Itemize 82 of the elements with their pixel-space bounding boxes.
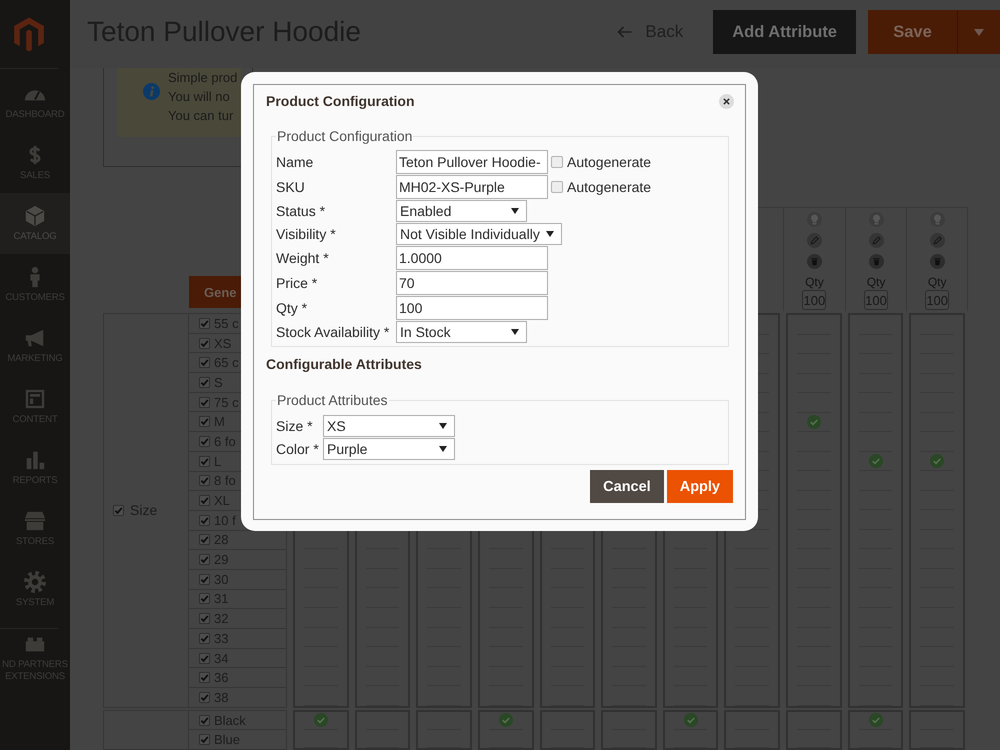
checkbox[interactable] [551,181,563,193]
checkbox-label: Autogenerate [567,154,652,170]
close-icon [723,98,730,104]
box-icon [24,205,46,227]
bar-chart-icon [24,449,46,471]
checkbox[interactable] [199,534,210,546]
checkbox[interactable] [199,338,210,349]
caret-icon [439,446,447,452]
gear-icon [24,571,46,593]
field-label: Stock Availability * [276,324,390,340]
add-attribute-button[interactable]: Add Attribute [713,10,856,54]
checkbox[interactable] [199,495,210,506]
pencil-icon[interactable] [868,233,884,248]
text-field[interactable]: MH02-XS-Purple [396,175,548,199]
field-label: Qty * [276,300,308,316]
checkbox[interactable] [199,475,210,486]
checkbox[interactable] [113,504,124,516]
trash-icon[interactable] [930,254,945,269]
trash-icon[interactable] [868,254,884,269]
checkbox[interactable] [199,574,210,585]
checkbox[interactable] [199,554,210,566]
caret-icon [511,208,519,214]
field-label: SKU [276,179,306,195]
checkbox[interactable] [199,456,210,467]
checkbox[interactable] [199,376,210,388]
checkbox[interactable] [199,436,210,447]
field-label: Size * [276,418,314,434]
checkbox[interactable] [199,632,210,644]
section-legend: Product Configuration [276,128,414,144]
select-field[interactable]: Purple [323,438,455,460]
checkbox-label: Autogenerate [567,179,652,195]
text-field[interactable]: 1.0000 [396,246,548,270]
info-icon [143,83,160,100]
layout-icon [24,388,46,410]
pencil-icon[interactable] [930,233,945,248]
bulb-icon[interactable] [868,212,884,227]
checkbox[interactable] [199,692,210,703]
text-field[interactable]: 70 [396,271,548,295]
field-label: Visibility * [276,226,337,242]
field-label: Status * [276,203,326,219]
section-legend: Product Attributes [276,392,389,408]
select-field[interactable]: In Stock [396,321,527,343]
dialog-title: Product Configuration [266,93,415,109]
field-label: Price * [276,275,318,291]
checkbox[interactable] [199,514,210,526]
field-label: Weight * [276,250,330,266]
caret-icon [511,329,519,335]
caret-icon [974,28,984,36]
close-button[interactable] [719,94,734,108]
checkbox[interactable] [199,613,210,624]
megaphone-icon [24,327,46,349]
select-field[interactable]: Enabled [396,200,527,222]
field-label: Color * [276,441,320,457]
left-arrow-icon [617,26,632,38]
text-field[interactable]: 100 [396,296,548,320]
caret-icon [546,231,554,237]
caret-icon [439,423,447,429]
store-icon [24,510,46,532]
checkbox[interactable] [199,416,210,428]
text-field[interactable]: Teton Pullover Hoodie- [396,150,548,174]
checkbox[interactable] [199,396,210,408]
save-button[interactable]: Save [868,10,958,54]
checkbox[interactable] [551,156,563,168]
field-label: Name [276,154,314,170]
action-button[interactable]: Gene [189,276,241,308]
checkbox[interactable] [199,318,210,329]
trash-icon[interactable] [806,254,822,269]
cancel-button[interactable]: Cancel [590,470,664,503]
section-title: Configurable Attributes [266,355,423,373]
apply-button[interactable]: Apply [666,470,733,503]
checkbox[interactable] [199,714,210,726]
pencil-icon[interactable] [806,233,822,248]
logo-icon[interactable] [12,14,46,54]
checkbox[interactable] [199,593,210,604]
checkbox[interactable] [199,672,210,684]
bulb-icon[interactable] [930,212,945,227]
select-field[interactable]: XS [323,415,455,437]
select-field[interactable]: Not Visible Individually [396,223,562,245]
checkbox[interactable] [199,652,210,664]
checkbox[interactable] [199,734,210,746]
bulb-icon[interactable] [806,212,822,227]
checkbox[interactable] [199,357,210,368]
